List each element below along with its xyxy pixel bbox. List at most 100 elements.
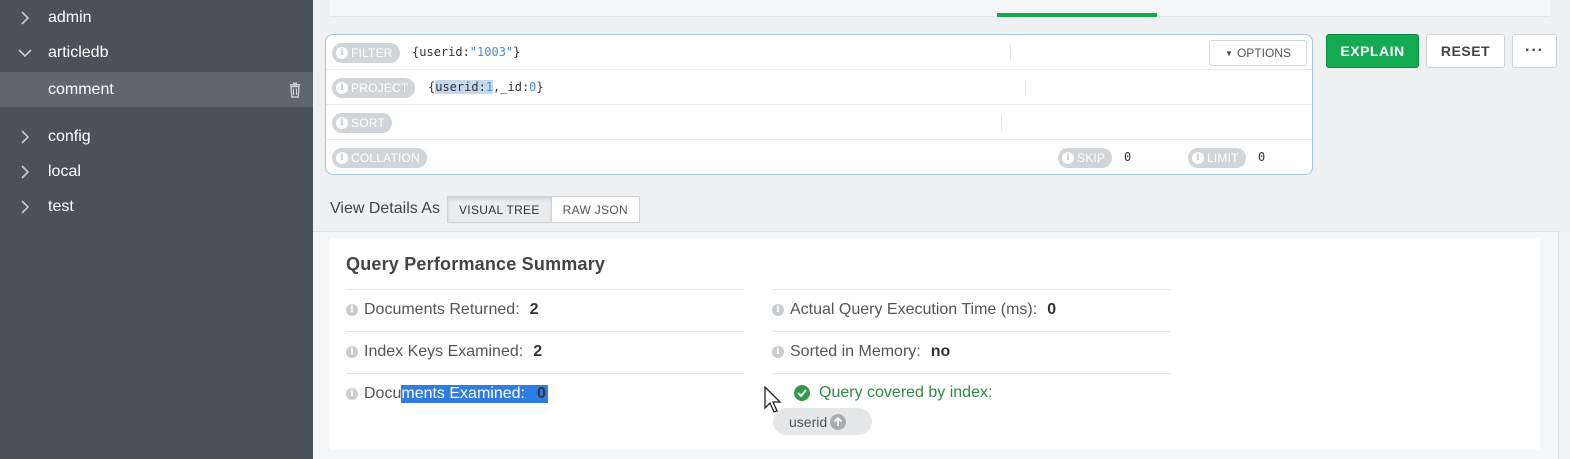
stat-sorted-in-memory: i Sorted in Memory: no [772, 343, 950, 361]
skip-input[interactable]: 0 [1124, 150, 1131, 164]
divider [346, 373, 744, 374]
project-pill: i PROJECT [332, 78, 416, 98]
chevron-down-icon[interactable] [18, 46, 32, 60]
project-input[interactable]: {userid:1,_id:0} [428, 80, 544, 94]
check-circle-icon [794, 385, 810, 401]
scrollbar[interactable] [1558, 231, 1570, 459]
limit-label: LIMIT [1207, 151, 1239, 165]
chevron-right-icon[interactable] [18, 199, 32, 214]
filter-pill: i FILTER [332, 43, 400, 63]
stat-value: 0 [534, 385, 548, 403]
arrow-up-icon [830, 413, 847, 430]
options-label: OPTIONS [1236, 46, 1291, 60]
info-icon[interactable]: i [336, 152, 348, 164]
sidebar-item-label: local [48, 162, 81, 180]
stat-value: 2 [533, 343, 543, 360]
index-pill[interactable]: userid [773, 408, 872, 435]
sidebar-item-local[interactable]: local [0, 154, 313, 189]
limit-pill: i LIMIT [1188, 148, 1246, 168]
stat-value: 0 [1047, 301, 1057, 318]
stat-execution-time: i Actual Query Execution Time (ms): 0 [772, 301, 1056, 319]
collation-label: COLLATION [351, 151, 420, 165]
tab-active-indicator [997, 13, 1157, 17]
info-icon[interactable]: i [336, 82, 348, 94]
divider [346, 289, 744, 290]
sidebar-item-test[interactable]: test [0, 189, 313, 224]
more-options-button[interactable]: ··· [1512, 34, 1557, 68]
trash-icon[interactable] [287, 82, 303, 98]
limit-input[interactable]: 0 [1258, 150, 1265, 164]
stat-index-keys-examined: i Index Keys Examined: 2 [346, 343, 542, 361]
chevron-right-icon[interactable] [18, 164, 32, 179]
sidebar-item-label: test [48, 197, 74, 215]
divider [1025, 80, 1026, 96]
sidebar-item-config[interactable]: config [0, 119, 313, 154]
sidebar-item-label: comment [48, 80, 114, 98]
info-icon[interactable]: i [772, 346, 784, 358]
sidebar: admin articledb comment config local tes… [0, 0, 313, 459]
query-bar: i FILTER {userid:"1003"} ▼ OPTIONS i PRO… [325, 34, 1313, 175]
info-icon[interactable]: i [1062, 152, 1074, 164]
filter-label: FILTER [351, 46, 393, 60]
stat-label-selected: ments Examined: [401, 385, 525, 403]
caret-down-icon: ▼ [1225, 48, 1233, 58]
stat-documents-examined: i Docu ments Examined: 0 [346, 385, 548, 403]
chevron-right-icon[interactable] [18, 10, 32, 25]
view-details-label: View Details As [330, 200, 440, 217]
explain-button[interactable]: EXPLAIN [1326, 34, 1419, 68]
raw-json-button[interactable]: RAW JSON [551, 196, 640, 223]
filter-row: i FILTER {userid:"1003"} ▼ OPTIONS [326, 35, 1312, 70]
stat-label: Actual Query Execution Time (ms): [790, 301, 1038, 318]
sort-pill: i SORT [332, 113, 392, 133]
filter-input[interactable]: {userid:"1003"} [412, 45, 520, 59]
sidebar-item-articledb[interactable]: articledb [0, 35, 313, 70]
sidebar-item-admin[interactable]: admin [0, 0, 313, 35]
sidebar-item-label: admin [48, 8, 92, 26]
filter-text-string: "1003" [469, 45, 514, 59]
project-label: PROJECT [351, 81, 409, 95]
visual-tree-button[interactable]: VISUAL TREE [447, 196, 552, 223]
skip-label: SKIP [1077, 151, 1106, 165]
sidebar-item-label: articledb [48, 43, 109, 61]
skip-pill: i SKIP [1058, 148, 1113, 168]
stat-value: no [930, 343, 951, 360]
query-covered-status: Query covered by index: [776, 384, 992, 402]
mouse-cursor-icon [764, 386, 782, 413]
sidebar-item-comment[interactable]: comment [0, 72, 313, 107]
project-text-key: userid: [435, 80, 486, 94]
divider [1010, 45, 1011, 61]
chevron-right-icon[interactable] [18, 129, 32, 144]
collation-row: i COLLATION i SKIP 0 i LIMIT 0 [326, 140, 1312, 175]
info-icon[interactable]: i [336, 117, 348, 129]
stat-documents-returned: i Documents Returned: 2 [346, 301, 539, 319]
info-icon[interactable]: i [346, 304, 358, 316]
info-icon[interactable]: i [336, 47, 348, 59]
project-text-rest: ,_id: [493, 80, 530, 94]
divider [772, 331, 1170, 332]
divider [346, 331, 744, 332]
reset-button[interactable]: RESET [1426, 34, 1505, 68]
index-name: userid [789, 413, 828, 430]
covered-label: Query covered by index: [819, 384, 993, 401]
stat-label: Documents Returned: [364, 301, 520, 318]
divider [772, 373, 1170, 374]
view-details-toggle: VISUAL TREE RAW JSON [447, 196, 640, 223]
collection-tabs [330, 0, 1550, 17]
info-icon[interactable]: i [1192, 152, 1204, 164]
selection-gap [524, 385, 535, 403]
filter-text-close: } [513, 45, 521, 59]
divider [1001, 115, 1002, 131]
info-icon[interactable]: i [772, 304, 784, 316]
project-row: i PROJECT {userid:1,_id:0} [326, 70, 1312, 105]
stat-value: 2 [529, 301, 539, 318]
stat-label: Index Keys Examined: [364, 343, 524, 360]
project-text-key-value: 1 [485, 80, 494, 94]
stat-label-start: Docu [364, 385, 402, 402]
info-icon[interactable]: i [346, 346, 358, 358]
options-button[interactable]: ▼ OPTIONS [1209, 40, 1307, 66]
summary-title: Query Performance Summary [346, 254, 606, 274]
info-icon[interactable]: i [346, 388, 358, 400]
divider [772, 289, 1170, 290]
sidebar-item-label: config [48, 127, 91, 145]
sort-row: i SORT [326, 105, 1312, 140]
